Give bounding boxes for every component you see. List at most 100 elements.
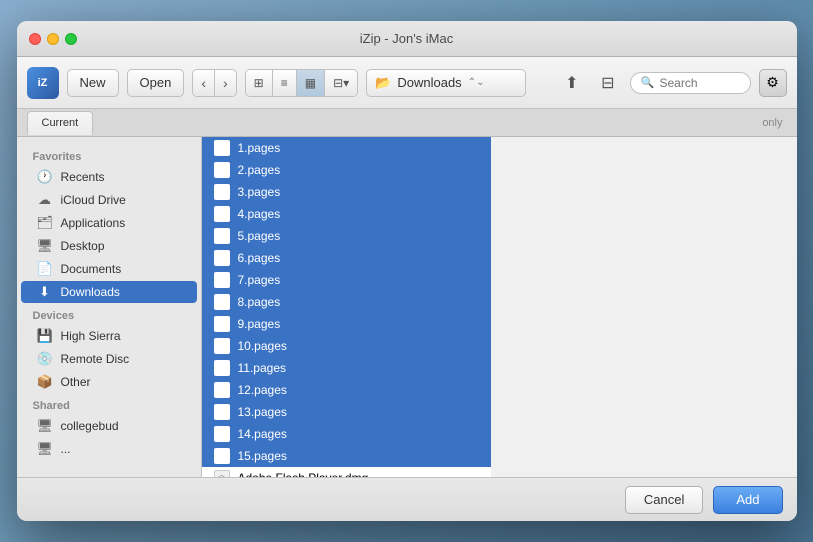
tab-current[interactable]: Current <box>27 111 94 135</box>
sidebar-item-desktop[interactable]: 🖥 Desktop <box>21 235 197 257</box>
dmg-file-icon: ⬡ <box>214 470 230 477</box>
file-item[interactable]: 14.pages <box>202 423 492 445</box>
sidebar-desktop-label: Desktop <box>61 239 105 253</box>
current-path: Downloads <box>397 75 461 90</box>
file-item[interactable]: 10.pages <box>202 335 492 357</box>
pages-file-icon <box>214 360 230 376</box>
open-button[interactable]: Open <box>127 69 185 97</box>
downloads-icon: ⬇ <box>37 284 53 300</box>
file-item[interactable]: 11.pages <box>202 357 492 379</box>
remote-disc-icon: 💿 <box>37 351 53 367</box>
file-name: 11.pages <box>238 361 287 375</box>
bottom-bar: Cancel Add <box>17 477 797 521</box>
file-item[interactable]: 3.pages <box>202 181 492 203</box>
sidebar-documents-label: Documents <box>61 262 122 276</box>
tab-only-label: only <box>762 117 786 129</box>
traffic-lights <box>29 33 77 45</box>
search-box: 🔍 <box>630 72 751 94</box>
sidebar-other-label: Other <box>61 375 91 389</box>
file-item[interactable]: ⬡Adobe Flash Player.dmg <box>202 467 492 477</box>
sidebar: Favorites 🕐 Recents ☁ iCloud Drive 🗂 App… <box>17 137 202 477</box>
file-name: 1.pages <box>238 141 281 155</box>
sidebar-item-downloads[interactable]: ⬇ Downloads <box>21 281 197 303</box>
sidebar-item-high-sierra[interactable]: 💾 High Sierra <box>21 325 197 347</box>
pages-file-icon <box>214 426 230 442</box>
gear-button[interactable]: ⚙ <box>759 69 787 97</box>
documents-icon: 📄 <box>37 261 53 277</box>
file-name: 9.pages <box>238 317 281 331</box>
new-button[interactable]: New <box>67 69 119 97</box>
sidebar-item-remote-disc[interactable]: 💿 Remote Disc <box>21 348 197 370</box>
file-item[interactable]: 13.pages <box>202 401 492 423</box>
pages-file-icon <box>214 448 230 464</box>
view-column-button[interactable]: ▦ <box>297 70 325 96</box>
file-item[interactable]: 7.pages <box>202 269 492 291</box>
pages-file-icon <box>214 162 230 178</box>
sidebar-shared2-label: ... <box>61 442 71 456</box>
view-list-button[interactable]: ≡ <box>273 70 297 96</box>
sidebar-item-applications[interactable]: 🗂 Applications <box>21 212 197 234</box>
toolbar: iZ New Open ‹ › ⊞ ≡ ▦ ⊟▾ 📂 Downloads ⌃⌄ … <box>17 57 797 109</box>
tab-bar: Current only <box>17 109 797 137</box>
file-item[interactable]: 12.pages <box>202 379 492 401</box>
sidebar-item-other[interactable]: 📦 Other <box>21 371 197 393</box>
nav-buttons: ‹ › <box>192 69 236 97</box>
main-content: Favorites 🕐 Recents ☁ iCloud Drive 🗂 App… <box>17 137 797 477</box>
minimize-button[interactable] <box>47 33 59 45</box>
pages-file-icon <box>214 250 230 266</box>
pages-file-icon <box>214 228 230 244</box>
file-item[interactable]: 8.pages <box>202 291 492 313</box>
pages-file-icon <box>214 294 230 310</box>
maximize-button[interactable] <box>65 33 77 45</box>
cancel-button[interactable]: Cancel <box>625 486 703 514</box>
path-chevron-icon: ⌃⌄ <box>468 77 485 88</box>
file-item[interactable]: 9.pages <box>202 313 492 335</box>
file-name: 2.pages <box>238 163 281 177</box>
pages-file-icon <box>214 206 230 222</box>
search-input[interactable] <box>660 76 740 90</box>
recents-icon: 🕐 <box>37 169 53 185</box>
share-button[interactable]: ⬆ <box>558 69 586 97</box>
sidebar-item-icloud[interactable]: ☁ iCloud Drive <box>21 189 197 211</box>
search-icon: 🔍 <box>641 76 655 89</box>
view-cover-button[interactable]: ⊟▾ <box>325 70 357 96</box>
collegebud-icon: 🖥 <box>37 418 53 434</box>
pages-file-icon <box>214 404 230 420</box>
pages-file-icon <box>214 140 230 156</box>
sidebar-item-documents[interactable]: 📄 Documents <box>21 258 197 280</box>
view-icon-button[interactable]: ⊞ <box>246 70 273 96</box>
sidebar-downloads-label: Downloads <box>61 285 120 299</box>
file-name: 14.pages <box>238 427 287 441</box>
file-item[interactable]: 4.pages <box>202 203 492 225</box>
sidebar-remote-disc-label: Remote Disc <box>61 352 130 366</box>
file-item[interactable]: 6.pages <box>202 247 492 269</box>
window-title: iZip - Jon's iMac <box>360 31 454 46</box>
sidebar-item-collegebud[interactable]: 🖥 collegebud <box>21 415 197 437</box>
pages-file-icon <box>214 272 230 288</box>
file-item[interactable]: 2.pages <box>202 159 492 181</box>
file-name: 12.pages <box>238 383 287 397</box>
file-name: 4.pages <box>238 207 281 221</box>
sidebar-icloud-label: iCloud Drive <box>61 193 126 207</box>
view-toggle: ⊞ ≡ ▦ ⊟▾ <box>245 69 359 97</box>
sidebar-item-recents[interactable]: 🕐 Recents <box>21 166 197 188</box>
file-list[interactable]: 1.pages 2.pages 3.pages 4.pages 5.pages 6.pag… <box>202 137 492 477</box>
file-item[interactable]: 1.pages <box>202 137 492 159</box>
sidebar-item-shared2[interactable]: 🖥 ... <box>21 438 197 460</box>
file-item[interactable]: 15.pages <box>202 445 492 467</box>
add-button[interactable]: Add <box>713 486 782 514</box>
pages-file-icon <box>214 382 230 398</box>
nav-forward-button[interactable]: › <box>215 70 236 96</box>
pages-file-icon <box>214 184 230 200</box>
file-item[interactable]: 5.pages <box>202 225 492 247</box>
file-name: 6.pages <box>238 251 281 265</box>
close-button[interactable] <box>29 33 41 45</box>
favorites-section-title: Favorites <box>17 145 201 165</box>
file-name: 3.pages <box>238 185 281 199</box>
applications-icon: 🗂 <box>37 215 53 231</box>
path-selector[interactable]: 📂 Downloads ⌃⌄ <box>366 69 526 97</box>
action-button[interactable]: ⊟ <box>594 69 622 97</box>
desktop-icon: 🖥 <box>37 238 53 254</box>
file-name: 8.pages <box>238 295 281 309</box>
nav-back-button[interactable]: ‹ <box>193 70 215 96</box>
